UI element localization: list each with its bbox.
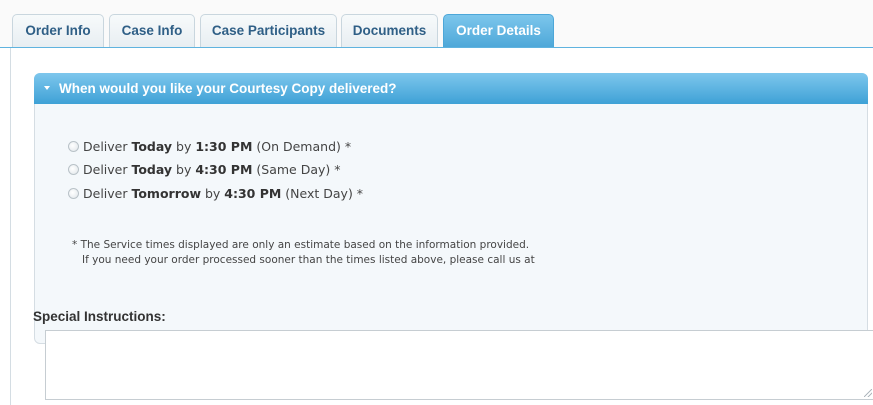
radio-button[interactable] <box>68 141 79 152</box>
radio-button[interactable] <box>68 188 79 199</box>
tab-bar: Order Info Case Info Case Participants D… <box>0 0 873 48</box>
service-times-note-line1: * The Service times displayed are only a… <box>72 239 530 251</box>
delivery-panel-header[interactable]: When would you like your Courtesy Copy d… <box>34 73 868 104</box>
order-details-content: When would you like your Courtesy Copy d… <box>10 48 873 405</box>
service-times-note-line2: If you need your order processed sooner … <box>82 254 535 266</box>
collapse-chevron-icon[interactable] <box>44 86 50 91</box>
delivery-panel-title: When would you like your Courtesy Copy d… <box>59 81 397 96</box>
tab-case-participants[interactable]: Case Participants <box>200 14 337 47</box>
tab-case-info[interactable]: Case Info <box>109 14 195 47</box>
delivery-option-on-demand[interactable]: Deliver Today by 1:30 PM (On Demand) * <box>68 138 351 156</box>
delivery-option-same-day[interactable]: Deliver Today by 4:30 PM (Same Day) * <box>68 161 340 179</box>
special-instructions-textarea[interactable] <box>45 330 873 400</box>
tab-order-details[interactable]: Order Details <box>443 14 554 48</box>
radio-button[interactable] <box>68 164 79 175</box>
tab-order-info[interactable]: Order Info <box>12 14 104 47</box>
tab-documents[interactable]: Documents <box>341 14 438 47</box>
delivery-option-next-day[interactable]: Deliver Tomorrow by 4:30 PM (Next Day) * <box>68 185 363 203</box>
order-form-window: Order Info Case Info Case Participants D… <box>0 0 873 405</box>
special-instructions-label: Special Instructions: <box>33 309 166 324</box>
delivery-options-panel: When would you like your Courtesy Copy d… <box>34 73 868 344</box>
resize-grip-icon[interactable] <box>864 389 872 397</box>
